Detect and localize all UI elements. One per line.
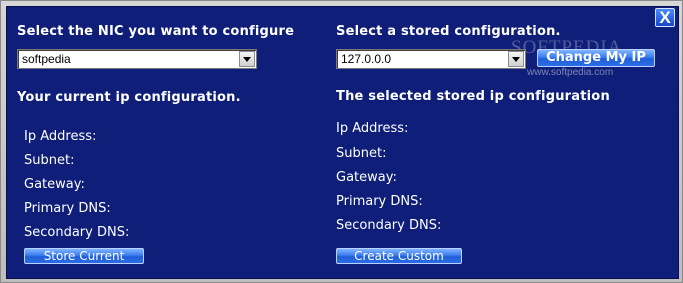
stored-gateway-label: Gateway: xyxy=(336,170,397,185)
stored-subnet-label: Subnet: xyxy=(336,146,387,161)
stored-secondary-dns-label: Secondary DNS: xyxy=(336,218,442,233)
nic-heading: Select the NIC you want to configure xyxy=(17,24,295,39)
current-gateway-label: Gateway: xyxy=(24,177,85,192)
stored-config-heading: Select a stored configuration. xyxy=(336,24,561,39)
current-primary-dns-label: Primary DNS: xyxy=(24,201,111,216)
create-custom-button[interactable]: Create Custom xyxy=(336,248,462,264)
current-secondary-dns-label: Secondary DNS: xyxy=(24,225,130,240)
stored-config-dropdown-icon[interactable] xyxy=(508,51,524,67)
change-my-ip-button[interactable]: Change My IP xyxy=(537,49,655,67)
selected-stored-config-heading: The selected stored ip configuration xyxy=(336,89,610,104)
stored-config-select-value: 127.0.0.0 xyxy=(341,52,392,66)
nic-select-dropdown-icon[interactable] xyxy=(239,51,255,67)
nic-select-value: softpedia xyxy=(22,52,71,66)
nic-select[interactable]: softpedia xyxy=(17,49,257,69)
stored-primary-dns-label: Primary DNS: xyxy=(336,194,423,209)
current-config-heading: Your current ip configuration. xyxy=(17,90,241,105)
current-subnet-label: Subnet: xyxy=(24,153,75,168)
stored-ip-label: Ip Address: xyxy=(336,121,409,136)
stored-config-select[interactable]: 127.0.0.0 xyxy=(336,49,526,69)
current-ip-label: Ip Address: xyxy=(24,129,97,144)
store-current-button[interactable]: Store Current xyxy=(24,248,144,264)
watermark-url: www.softpedia.com xyxy=(527,67,614,78)
close-button[interactable]: X xyxy=(655,8,675,27)
